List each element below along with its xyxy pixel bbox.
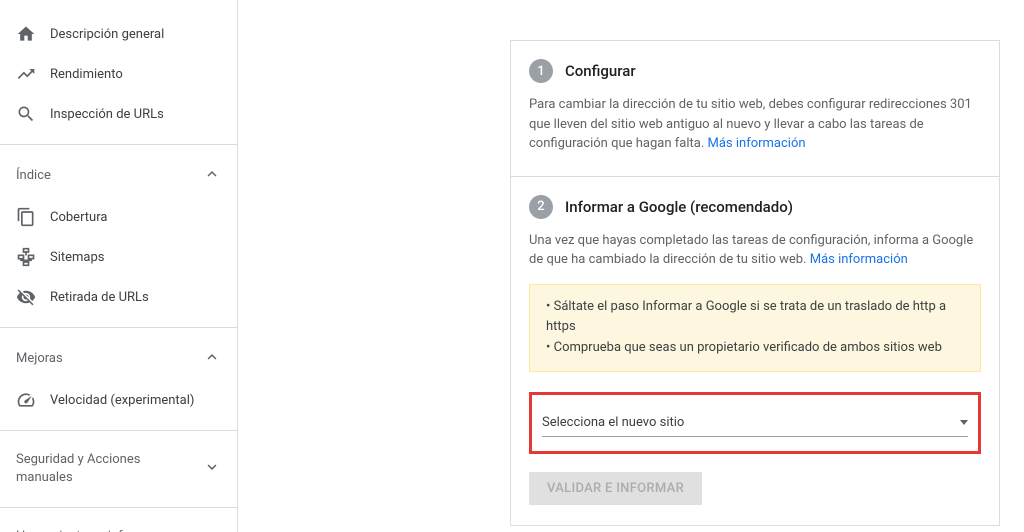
sidebar-item-label: Descripción general — [50, 27, 164, 42]
sidebar-item-performance[interactable]: Rendimiento — [0, 54, 237, 94]
sidebar-item-removals[interactable]: Retirada de URLs — [0, 277, 237, 317]
sidebar-item-overview[interactable]: Descripción general — [0, 14, 237, 54]
sidebar-item-url-inspection[interactable]: Inspección de URLs — [0, 94, 237, 134]
sidebar-section-enhancements[interactable]: Mejoras — [0, 338, 237, 380]
sidebar-item-label: Rendimiento — [50, 67, 123, 82]
step-1-card: 1 Configurar Para cambiar la dirección d… — [510, 40, 1000, 177]
step-number-1: 1 — [529, 59, 553, 83]
dropdown-placeholder: Selecciona el nuevo sitio — [542, 415, 684, 430]
validate-inform-button[interactable]: VALIDAR E INFORMAR — [529, 472, 702, 505]
step-1-more-info-link[interactable]: Más información — [708, 136, 806, 151]
main-content: 1 Configurar Para cambiar la dirección d… — [238, 0, 1024, 532]
sidebar-item-speed[interactable]: Velocidad (experimental) — [0, 380, 237, 420]
search-icon — [16, 104, 36, 124]
visibility-off-icon — [16, 287, 36, 307]
sidebar-item-coverage[interactable]: Cobertura — [0, 197, 237, 237]
chevron-down-icon — [203, 458, 221, 480]
sidebar-section-security[interactable]: Seguridad y Acciones manuales — [0, 441, 237, 497]
chevron-up-icon — [203, 165, 221, 187]
new-site-select[interactable]: Selecciona el nuevo sitio — [542, 409, 968, 437]
home-icon — [16, 24, 36, 44]
sidebar: Descripción general Rendimiento Inspecci… — [0, 0, 238, 532]
sidebar-item-label: Cobertura — [50, 210, 107, 225]
sidebar-item-label: Sitemaps — [50, 250, 105, 265]
step-1-description: Para cambiar la dirección de tu sitio we… — [529, 95, 981, 154]
callout-box: • Sáltate el paso Informar a Google si s… — [529, 284, 981, 372]
trending-up-icon — [16, 64, 36, 84]
step-2-card: 2 Informar a Google (recomendado) Una ve… — [510, 177, 1000, 526]
sidebar-section-legacy[interactable]: Herramientas e informes antiguos — [0, 518, 237, 532]
sidebar-item-label: Velocidad (experimental) — [50, 393, 194, 408]
step-2-description: Una vez que hayas completado las tareas … — [529, 231, 981, 270]
sidebar-item-sitemaps[interactable]: Sitemaps — [0, 237, 237, 277]
sitemap-icon — [16, 247, 36, 267]
step-2-title: Informar a Google (recomendado) — [565, 198, 793, 216]
caret-down-icon — [960, 420, 968, 425]
sidebar-item-label: Retirada de URLs — [50, 290, 149, 305]
callout-line-1: • Sáltate el paso Informar a Google si s… — [546, 297, 964, 339]
step-number-2: 2 — [529, 195, 553, 219]
step-2-more-info-link[interactable]: Más información — [810, 252, 908, 267]
highlighted-dropdown-area: Selecciona el nuevo sitio — [529, 392, 981, 454]
chevron-up-icon — [203, 348, 221, 370]
speed-icon — [16, 390, 36, 410]
callout-line-2: • Comprueba que seas un propietario veri… — [546, 338, 964, 359]
sidebar-section-index[interactable]: Índice — [0, 155, 237, 197]
step-1-title: Configurar — [565, 62, 636, 80]
copy-icon — [16, 207, 36, 227]
sidebar-item-label: Inspección de URLs — [50, 107, 164, 122]
